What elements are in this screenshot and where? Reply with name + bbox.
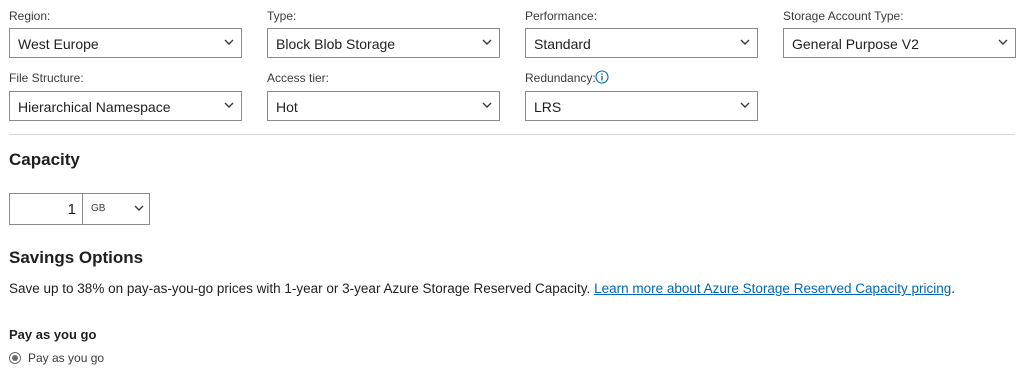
type-label: Type:	[267, 9, 297, 23]
capacity-unit-select[interactable]: GB	[83, 194, 149, 224]
chevron-down-icon	[224, 102, 234, 108]
file-structure-value: Hierarchical Namespace	[18, 99, 171, 115]
type-select[interactable]: Block Blob Storage	[267, 28, 500, 58]
access-tier-value: Hot	[276, 99, 298, 115]
region-label: Region:	[9, 9, 51, 23]
capacity-unit-value: GB	[91, 203, 106, 214]
redundancy-select[interactable]: LRS	[525, 91, 758, 121]
redundancy-value: LRS	[534, 99, 562, 115]
access-tier-select[interactable]: Hot	[267, 91, 500, 121]
chevron-down-icon	[224, 39, 234, 45]
account-type-value: General Purpose V2	[792, 36, 919, 52]
performance-value: Standard	[534, 36, 591, 52]
access-tier-label: Access tier:	[267, 71, 330, 85]
region-value: West Europe	[18, 36, 99, 52]
capacity-control: GB	[9, 193, 150, 225]
redundancy-label: Redundancy:	[525, 71, 596, 85]
chevron-down-icon	[740, 39, 750, 45]
account-type-select[interactable]: General Purpose V2	[783, 28, 1016, 58]
savings-description: Save up to 38% on pay-as-you-go prices w…	[9, 281, 955, 296]
savings-options-heading: Savings Options	[9, 248, 144, 267]
type-value: Block Blob Storage	[276, 36, 396, 52]
savings-period: .	[951, 281, 956, 296]
section-divider	[9, 134, 1015, 135]
info-icon[interactable]	[595, 70, 609, 84]
capacity-heading: Capacity	[9, 150, 80, 169]
chevron-down-icon	[134, 205, 144, 211]
performance-select[interactable]: Standard	[525, 28, 758, 58]
chevron-down-icon	[740, 102, 750, 108]
chevron-down-icon	[482, 39, 492, 45]
region-select[interactable]: West Europe	[9, 28, 242, 58]
account-type-label: Storage Account Type:	[783, 9, 904, 23]
chevron-down-icon	[482, 102, 492, 108]
file-structure-select[interactable]: Hierarchical Namespace	[9, 91, 242, 121]
file-structure-label: File Structure:	[9, 71, 84, 85]
capacity-amount-input[interactable]	[10, 194, 83, 224]
chevron-down-icon	[998, 39, 1008, 45]
savings-text: Save up to 38% on pay-as-you-go prices w…	[9, 281, 591, 296]
pay-as-you-go-subheading: Pay as you go	[9, 327, 97, 342]
performance-label: Performance:	[525, 9, 598, 23]
reserved-capacity-pricing-link[interactable]: Learn more about Azure Storage Reserved …	[594, 281, 951, 296]
pay-as-you-go-radio[interactable]	[9, 352, 21, 364]
pay-as-you-go-radio-label: Pay as you go	[28, 351, 105, 365]
